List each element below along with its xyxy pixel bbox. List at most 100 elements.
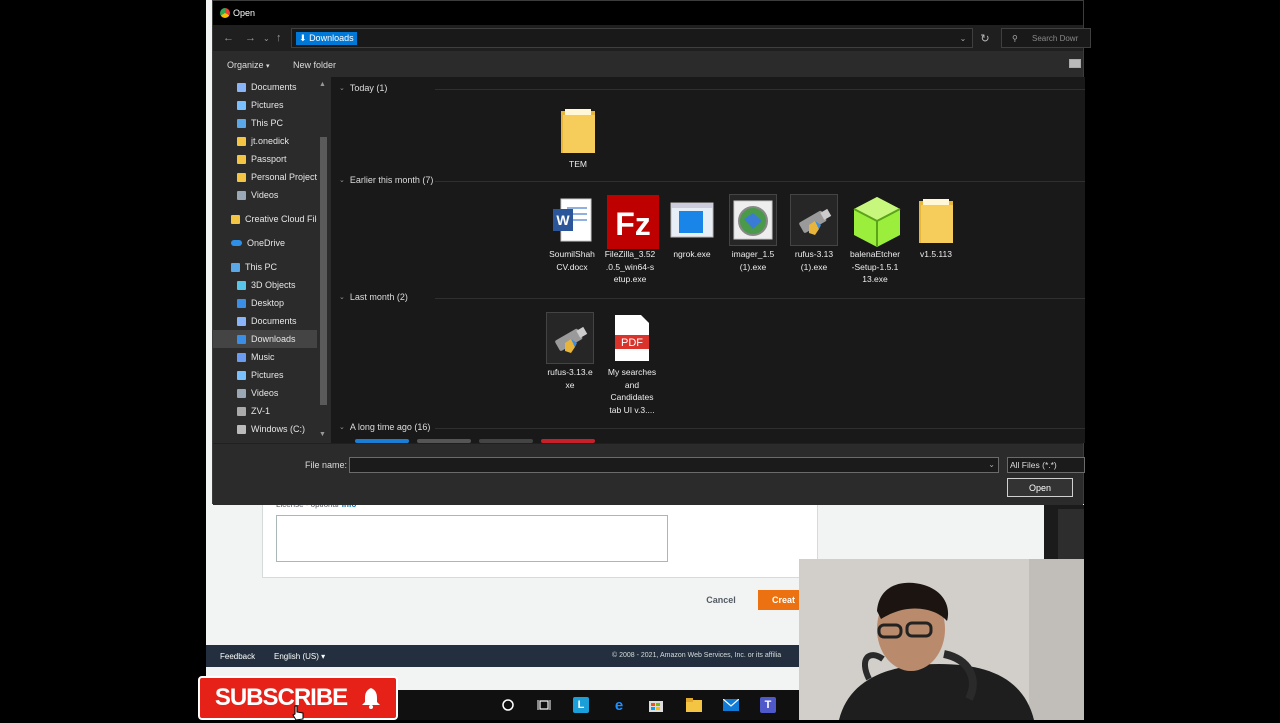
sidebar-item-documents[interactable]: Documents [237,312,317,330]
chevron-down-icon: ⌄ [339,294,345,301]
search-placeholder: Search Dowr [1032,34,1079,43]
search-box[interactable]: ⚲ Search Dowr [1001,28,1091,48]
sidebar-item-label: Pictures [251,100,284,110]
cube-icon [237,280,246,290]
drive-icon [237,424,246,434]
back-arrow-icon[interactable]: ← [223,32,234,44]
ngrok-icon [669,195,715,245]
sidebar-item-label: Windows (C:) [251,424,306,434]
sidebar-item-desktop[interactable]: Desktop [237,294,317,312]
forward-arrow-icon[interactable]: → [245,32,256,44]
sidebar-item-pictures[interactable]: Pictures📌 [237,96,317,114]
license-textarea[interactable] [276,515,668,562]
edge-icon[interactable]: e [611,697,627,714]
cortana-icon[interactable] [500,697,516,713]
file-item[interactable]: rufus-3.13.e xe [541,312,599,391]
mail-icon[interactable] [723,697,739,713]
file-name: ngrok.exe [673,249,711,259]
store-icon[interactable] [648,697,664,713]
file-item[interactable]: imager_1.5 (1).exe [724,194,782,273]
file-item[interactable]: Fz FileZilla_3.52 .0.5_win64-s etup.exe [601,195,659,286]
download-icon [237,334,246,344]
sidebar-item-label: Creative Cloud File [245,214,322,224]
sidebar-item-downloads[interactable]: Downloads [213,330,317,348]
group-header[interactable]: ⌄ Today (1) [339,83,1085,93]
sidebar-item-zv-1[interactable]: ZV-1 [237,402,317,420]
sidebar-item-pictures[interactable]: Pictures [237,366,317,384]
file-name: balenaEtcher -Setup-1.5.1 13.exe [849,249,901,284]
language-selector[interactable]: English (US) ▾ [274,652,325,661]
up-arrow-icon[interactable]: ↑ [276,32,282,44]
view-options-icon[interactable] [1069,59,1081,68]
file-type-filter[interactable]: All Files (*.*) [1007,457,1085,473]
scroll-up-icon[interactable]: ▲ [319,81,326,88]
address-path[interactable]: ⬇ Downloads [296,32,357,45]
folder-icon [237,172,246,182]
dialog-titlebar: Open [213,1,1083,25]
etcher-icon [852,195,901,247]
scroll-down-icon[interactable]: ▼ [319,431,326,438]
file-item[interactable]: W SoumilShah CV.docx [543,195,601,273]
sidebar-item-passport[interactable]: Passport [237,150,317,168]
sidebar-item-personal-projects[interactable]: Personal Projects [237,168,322,186]
file-item[interactable]: PDF My searches and Candidates tab UI v.3… [603,313,661,416]
address-bar[interactable]: ⬇ Downloads [291,28,973,48]
videos-icon [237,388,246,398]
scroll-thumb[interactable] [320,137,327,405]
group-header[interactable]: ⌄ Earlier this month (7) [339,175,1085,185]
dialog-title: Open [233,8,256,18]
task-view-icon[interactable] [536,697,552,713]
file-name: v1.5.113 [920,249,952,259]
file-list: ⌄ Today (1) TEM ⌄ Earlier this month (7) W Sou… [331,77,1085,443]
organize-button[interactable]: Organize ▾ [227,60,270,70]
file-item[interactable]: ngrok.exe [663,195,721,261]
address-dropdown-icon[interactable]: ⌄ [955,28,971,48]
desktop-icon [237,298,246,308]
svg-text:Fz: Fz [615,206,651,242]
sidebar-item-videos[interactable]: Videos [237,384,317,402]
sidebar-item-jt-onedick[interactable]: jt.onedick [237,132,317,150]
group-header[interactable]: ⌄ Last month (2) [339,292,1085,302]
feedback-link[interactable]: Feedback [220,652,255,661]
open-button[interactable]: Open [1007,478,1073,497]
navigation-scrollbar[interactable]: ▲ ▼ [317,77,329,443]
sidebar-item-windows-c[interactable]: Windows (C:) [237,420,317,438]
sidebar-item-videos[interactable]: Videos [237,186,317,204]
dialog-toolbar: Organize ▾ New folder [213,51,1083,77]
pdf-label: PDF [621,337,643,349]
sidebar-item-music[interactable]: Music [237,348,317,366]
file-item[interactable]: rufus-3.13 (1).exe [785,194,843,273]
file-item[interactable]: balenaEtcher -Setup-1.5.1 13.exe [846,195,904,286]
teams-icon[interactable]: T [760,697,776,713]
recent-locations-icon[interactable]: ⌄ [263,34,270,43]
sidebar-item-this-pc[interactable]: This PC📌 [237,114,317,132]
search-icon: ⚲ [1012,34,1018,43]
sidebar-item-onedrive[interactable]: OneDrive [231,234,317,252]
file-explorer-icon[interactable] [686,697,702,713]
document-icon [237,316,246,326]
group-header[interactable]: ⌄ A long time ago (16) [339,422,1085,432]
bell-icon [361,687,381,709]
filezilla-icon: Fz [607,195,659,249]
sidebar-item-documents[interactable]: Documents📌 [237,78,317,96]
usb-icon [790,194,838,246]
refresh-icon[interactable]: ↻ [975,28,995,48]
sidebar-item-creative-cloud-file[interactable]: Creative Cloud File [231,210,322,228]
file-item[interactable]: TEM [549,105,607,171]
chevron-down-icon[interactable]: ⌄ [988,460,995,469]
sidebar-item-label: jt.onedick [251,136,290,146]
sidebar-item-this-pc[interactable]: This PC [231,258,317,276]
sidebar-item-3d-objects[interactable]: 3D Objects [237,276,317,294]
onedrive-icon [231,240,242,246]
chevron-down-icon: ⌄ [339,424,345,431]
file-item[interactable]: v1.5.113 [907,195,965,261]
file-name-label: File name: [305,460,348,470]
navigation-pane: Documents📌Pictures📌This PC📌 jt.onedick Pas… [213,77,329,443]
file-name-input[interactable]: ⌄ [349,457,999,473]
sidebar-item-label: Personal Projects [251,172,322,182]
new-folder-button[interactable]: New folder [293,60,336,70]
file-name: My searches and Candidates tab UI v.3...… [607,367,657,415]
lync-icon[interactable]: L [573,697,589,713]
sidebar-item-label: This PC [245,262,278,272]
cancel-button[interactable]: Cancel [698,590,744,610]
